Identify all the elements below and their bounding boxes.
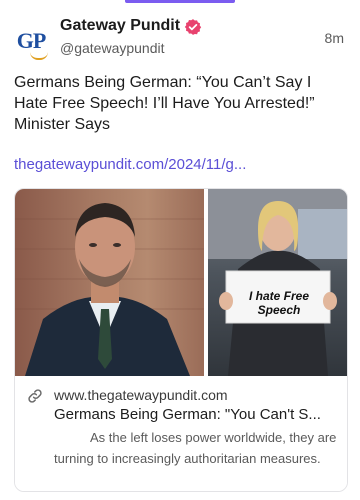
avatar[interactable]: GP [12,22,50,60]
sign-text: I hate Free Speech [248,289,310,317]
avatar-logo-text: GP [16,28,47,53]
post-timestamp: 8m [324,30,344,46]
card-footer: www.thegatewaypundit.com Germans Being G… [15,376,347,491]
card-image-right: I hate Free Speech [208,189,347,376]
card-domain: www.thegatewaypundit.com [54,387,228,403]
man-portrait-illustration [15,203,204,376]
link-preview-card[interactable]: I hate Free Speech www.thegatewaypundit.… [14,188,348,492]
woman-holding-sign-illustration [208,189,347,376]
verified-badge-icon [184,19,202,35]
author-name[interactable]: Gateway Pundit [60,17,180,35]
post-link[interactable]: thegatewaypundit.com/2024/11/g... [14,156,246,173]
card-title: Germans Being German: "You Can't S... [54,406,321,423]
avatar-swoosh [30,52,48,60]
post[interactable]: GP Gateway Pundit @gatewaypundit 8m Germ… [0,0,360,500]
card-description: As the left loses power worldwide, they … [54,430,337,466]
author-handle[interactable]: @gatewaypundit [60,40,165,56]
link-icon [28,389,42,403]
card-image-left [15,189,204,376]
post-text: Germans Being German: “You Can’t Say I H… [14,74,315,133]
card-images: I hate Free Speech [15,189,347,376]
